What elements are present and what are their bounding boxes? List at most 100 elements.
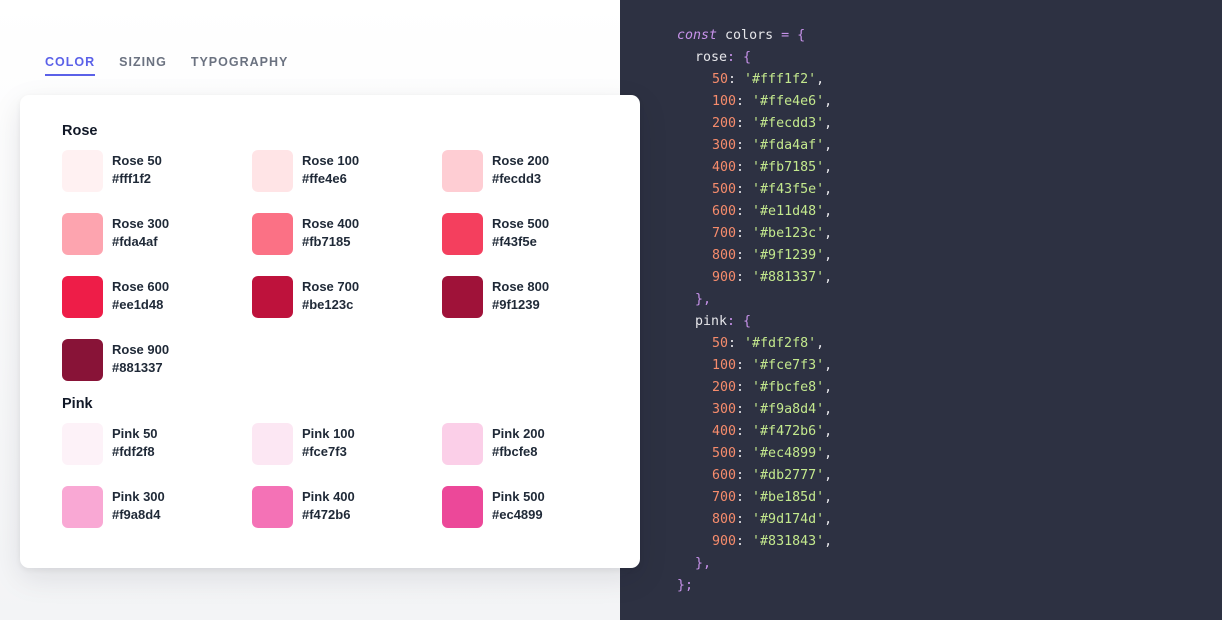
tab-typography[interactable]: TYPOGRAPHY: [191, 55, 289, 76]
swatch-name: Pink 200: [492, 426, 545, 441]
swatch-rose-400[interactable]: Rose 400 #fb7185: [252, 213, 442, 255]
swatch-pink-500[interactable]: Pink 500 #ec4899: [442, 486, 632, 528]
code-string: '#fbcfe8': [752, 380, 825, 395]
code-number: 700: [712, 490, 737, 505]
color-chip: [442, 213, 483, 255]
code-operator: = {: [781, 28, 806, 43]
code-line: 700: '#be123c',: [712, 226, 833, 241]
swatch-name: Rose 600: [112, 279, 170, 294]
swatch-hex: #fbcfe8: [492, 444, 538, 459]
swatch-hex: #881337: [112, 360, 163, 375]
swatch-rose-700[interactable]: Rose 700 #be123c: [252, 276, 442, 318]
swatch-name: Pink 500: [492, 489, 545, 504]
code-string: '#881337': [752, 270, 825, 285]
color-chip: [442, 486, 483, 528]
swatch-row: Pink 50 #fdf2f8 Pink 100 #fce7f3 Pink 200 #…: [62, 423, 632, 465]
tab-color[interactable]: COLOR: [45, 55, 96, 76]
swatch-name: Pink 300: [112, 489, 165, 504]
swatch-rose-100[interactable]: Rose 100 #ffe4e6: [252, 150, 442, 192]
swatch-hex: #fce7f3: [302, 444, 347, 459]
swatch-name: Rose 200: [492, 153, 550, 168]
swatch-row: Rose 600 #ee1d48 Rose 700 #be123c Rose 800…: [62, 276, 632, 318]
swatch-rose-900[interactable]: Rose 900 #881337: [62, 339, 252, 381]
code-number: 900: [712, 270, 737, 285]
code-number: 50: [712, 72, 729, 87]
swatch-hex: #f472b6: [302, 507, 351, 522]
token-tabs: COLOR SIZING TYPOGRAPHY: [45, 55, 288, 76]
code-line: };: [677, 575, 693, 597]
code-keyword: const: [677, 28, 718, 43]
swatch-name: Pink 100: [302, 426, 355, 441]
code-string: '#f9a8d4': [752, 402, 825, 417]
code-line: 200: '#fecdd3',: [712, 116, 833, 131]
swatch-pink-400[interactable]: Pink 400 #f472b6: [252, 486, 442, 528]
code-string: '#fecdd3': [752, 116, 825, 131]
swatch-pink-50[interactable]: Pink 50 #fdf2f8: [62, 423, 252, 465]
code-panel: const colors = { rose: { 50: '#fff1f2', …: [620, 0, 1222, 620]
swatch-rose-500[interactable]: Rose 500 #f43f5e: [442, 213, 632, 255]
color-chip: [252, 423, 293, 465]
tab-sizing[interactable]: SIZING: [119, 55, 167, 76]
swatch-name: Rose 500: [492, 216, 550, 231]
code-line: 400: '#fb7185',: [712, 160, 833, 175]
code-string: '#fce7f3': [752, 358, 825, 373]
color-chip: [252, 486, 293, 528]
code-number: 200: [712, 380, 737, 395]
swatch-hex: #fdf2f8: [112, 444, 155, 459]
color-chip: [62, 150, 103, 192]
code-line: 800: '#9f1239',: [712, 248, 833, 263]
swatch-hex: #f43f5e: [492, 234, 537, 249]
code-line: 500: '#ec4899',: [712, 446, 833, 461]
swatch-hex: #be123c: [302, 297, 354, 312]
code-string: '#f472b6': [752, 424, 825, 439]
swatch-pink-100[interactable]: Pink 100 #fce7f3: [252, 423, 442, 465]
code-number: 500: [712, 446, 737, 461]
swatch-rose-300[interactable]: Rose 300 #fda4af: [62, 213, 252, 255]
code-string: '#fdf2f8': [744, 336, 817, 351]
code-number: 800: [712, 512, 737, 527]
code-number: 900: [712, 534, 737, 549]
swatch-name: Pink 50: [112, 426, 158, 441]
code-line: 900: '#881337',: [712, 270, 833, 285]
code-string: '#fb7185': [752, 160, 825, 175]
swatch-hex: #9f1239: [492, 297, 540, 312]
code-line: 200: '#fbcfe8',: [712, 380, 833, 395]
swatch-rose-600[interactable]: Rose 600 #ee1d48: [62, 276, 252, 318]
swatch-hex: #fecdd3: [492, 171, 542, 186]
color-chip: [252, 276, 293, 318]
code-number: 600: [712, 204, 737, 219]
swatch-row: Rose 900 #881337: [62, 339, 252, 381]
swatch-pink-300[interactable]: Pink 300 #f9a8d4: [62, 486, 252, 528]
code-number: 600: [712, 468, 737, 483]
code-line: 800: '#9d174d',: [712, 512, 833, 527]
swatch-rose-800[interactable]: Rose 800 #9f1239: [442, 276, 632, 318]
code-string: '#ffe4e6': [752, 94, 825, 109]
group-title-pink: Pink: [62, 396, 93, 412]
code-number: 400: [712, 160, 737, 175]
code-key: rose: [695, 50, 728, 65]
swatch-rose-200[interactable]: Rose 200 #fecdd3: [442, 150, 632, 192]
code-number: 300: [712, 402, 737, 417]
code-line: 100: '#ffe4e6',: [712, 94, 833, 109]
code-line: },: [695, 292, 712, 307]
code-line: const colors = {: [677, 25, 805, 47]
group-title-rose: Rose: [62, 123, 98, 139]
code-line: 600: '#db2777',: [712, 468, 833, 483]
color-chip: [442, 276, 483, 318]
code-line: 300: '#f9a8d4',: [712, 402, 833, 417]
swatch-hex: #fb7185: [302, 234, 351, 249]
code-line: 50: '#fff1f2',: [712, 72, 825, 87]
swatch-name: Pink 400: [302, 489, 355, 504]
code-string: '#831843': [752, 534, 825, 549]
swatch-rose-50[interactable]: Rose 50 #fff1f2: [62, 150, 252, 192]
color-chip: [62, 276, 103, 318]
swatch-hex: #ffe4e6: [302, 171, 347, 186]
code-line: rose: {: [695, 50, 752, 65]
swatch-pink-200[interactable]: Pink 200 #fbcfe8: [442, 423, 632, 465]
code-string: '#fff1f2': [744, 72, 817, 87]
swatch-hex: #fda4af: [112, 234, 158, 249]
code-number: 50: [712, 336, 729, 351]
code-line: pink: {: [695, 314, 752, 329]
color-chip: [62, 486, 103, 528]
swatch-name: Rose 300: [112, 216, 170, 231]
